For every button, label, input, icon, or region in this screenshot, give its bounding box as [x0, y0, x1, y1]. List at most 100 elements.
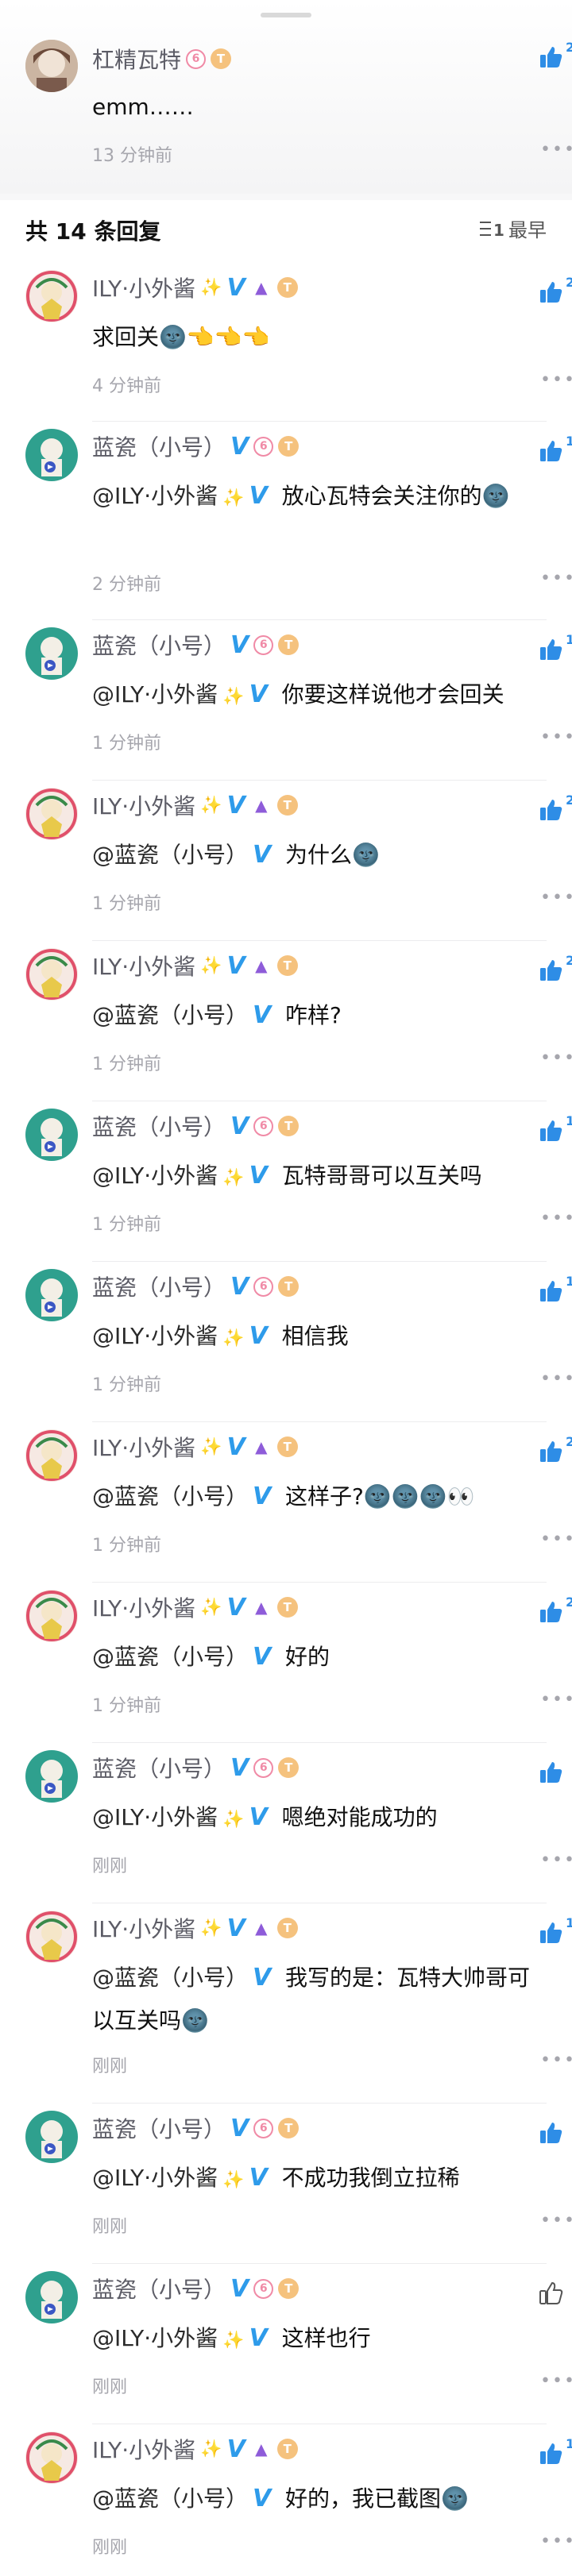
- like-count: 2: [566, 792, 572, 808]
- mention-link[interactable]: @ILY·小外酱: [92, 681, 218, 708]
- sparkle-icon: ✨: [222, 1328, 245, 1348]
- avatar[interactable]: [25, 627, 78, 680]
- avatar[interactable]: [25, 1590, 78, 1642]
- username[interactable]: ILY·小外酱: [92, 2433, 195, 2465]
- verified-icon: V: [230, 432, 249, 461]
- avatar-image: [25, 788, 78, 840]
- mention-link[interactable]: @ILY·小外酱: [92, 1323, 218, 1349]
- mention-link[interactable]: @ILY·小外酱: [92, 2165, 218, 2191]
- username[interactable]: 蓝瓷（小号）: [92, 1271, 226, 1302]
- drag-handle[interactable]: [261, 13, 311, 17]
- comment-text: @蓝瓷（小号） V 为什么🌚: [92, 834, 537, 877]
- username[interactable]: 蓝瓷（小号）: [92, 2112, 226, 2144]
- more-icon[interactable]: •••: [540, 2050, 572, 2070]
- avatar[interactable]: [25, 429, 78, 481]
- more-icon[interactable]: •••: [540, 2211, 572, 2231]
- username[interactable]: ILY·小外酱: [92, 1912, 195, 1944]
- username[interactable]: 蓝瓷（小号）: [92, 430, 226, 462]
- mention-link[interactable]: @ILY·小外酱: [92, 2325, 218, 2351]
- avatar[interactable]: [25, 2111, 78, 2163]
- mention-link[interactable]: @蓝瓷（小号）: [92, 1644, 248, 1670]
- like-button[interactable]: 2: [539, 792, 572, 829]
- username[interactable]: 蓝瓷（小号）: [92, 2273, 226, 2304]
- like-button[interactable]: 2: [539, 953, 572, 989]
- avatar[interactable]: [25, 1109, 78, 1161]
- mention-link[interactable]: @蓝瓷（小号）: [92, 2485, 248, 2512]
- verified-icon: V: [253, 1483, 272, 1510]
- avatar[interactable]: [25, 2271, 78, 2323]
- like-button[interactable]: [539, 2120, 572, 2152]
- timestamp: 刚刚: [92, 2377, 128, 2397]
- more-icon[interactable]: •••: [540, 140, 572, 160]
- more-icon[interactable]: •••: [540, 888, 572, 908]
- avatar-image: [25, 1590, 78, 1642]
- like-button[interactable]: 2: [539, 1595, 572, 1631]
- avatar[interactable]: [25, 1750, 78, 1803]
- like-button[interactable]: 1: [539, 632, 572, 669]
- like-button[interactable]: 2: [539, 275, 572, 311]
- like-button[interactable]: 1: [539, 1915, 572, 1952]
- avatar[interactable]: [25, 2431, 78, 2484]
- more-icon[interactable]: •••: [540, 1529, 572, 1549]
- more-icon[interactable]: •••: [540, 1690, 572, 1710]
- like-button[interactable]: 1: [539, 434, 572, 470]
- username[interactable]: ILY·小外酱: [92, 1591, 195, 1623]
- more-icon[interactable]: •••: [540, 727, 572, 747]
- username[interactable]: ILY·小外酱: [92, 950, 195, 981]
- like-button[interactable]: 1: [539, 2436, 572, 2473]
- like-button[interactable]: 1: [539, 1113, 572, 1150]
- like-button[interactable]: 2: [539, 1434, 572, 1471]
- username[interactable]: 杠精瓦特: [92, 43, 181, 75]
- mention-link[interactable]: @ILY·小外酱: [92, 1163, 218, 1189]
- comment-text: emm……: [92, 94, 194, 120]
- username[interactable]: ILY·小外酱: [92, 1431, 195, 1463]
- username[interactable]: ILY·小外酱: [92, 789, 195, 821]
- more-icon[interactable]: •••: [540, 1209, 572, 1228]
- fan-badge-icon: T: [276, 1918, 298, 1938]
- sort-toggle[interactable]: 1 最早: [480, 214, 547, 242]
- more-icon[interactable]: •••: [540, 1850, 572, 1870]
- avatar[interactable]: [25, 1269, 78, 1321]
- more-icon[interactable]: •••: [540, 1369, 572, 1389]
- fan-badge-icon: T: [276, 795, 298, 816]
- username[interactable]: 蓝瓷（小号）: [92, 1110, 226, 1142]
- more-icon[interactable]: •••: [540, 569, 572, 588]
- mention-link[interactable]: @蓝瓷（小号）: [92, 842, 248, 868]
- mention-link[interactable]: @蓝瓷（小号）: [92, 1002, 248, 1028]
- username[interactable]: ILY·小外酱: [92, 272, 195, 303]
- divider: [92, 421, 547, 422]
- comment-text: @蓝瓷（小号） V 我写的是：瓦特大帅哥可以互关吗🌚: [92, 1957, 537, 2042]
- like-count: 1: [566, 632, 572, 647]
- more-icon[interactable]: •••: [540, 370, 572, 390]
- mention-link[interactable]: @ILY·小外酱: [92, 1804, 218, 1830]
- timestamp: 1 分钟前: [92, 1215, 161, 1235]
- level-badge-icon: ▲: [249, 277, 272, 298]
- comment-text: @ILY·小外酱 ✨ V 嗯绝对能成功的: [92, 1796, 537, 1841]
- divider: [92, 1261, 547, 1262]
- avatar[interactable]: [25, 1911, 78, 1963]
- like-button[interactable]: 2: [539, 40, 572, 76]
- mention-link[interactable]: @ILY·小外酱: [92, 483, 218, 509]
- avatar[interactable]: [25, 40, 78, 92]
- avatar[interactable]: [25, 948, 78, 1001]
- username[interactable]: 蓝瓷（小号）: [92, 629, 226, 661]
- sparkle-icon: ✨: [222, 488, 245, 508]
- mention-link[interactable]: @蓝瓷（小号）: [92, 1965, 248, 1991]
- mention-link[interactable]: @蓝瓷（小号）: [92, 1483, 248, 1510]
- name-row: 蓝瓷（小号） V 6 T: [92, 629, 300, 661]
- verified-icon: V: [226, 1914, 245, 1942]
- avatar[interactable]: [25, 270, 78, 322]
- avatar[interactable]: [25, 1429, 78, 1482]
- level-badge-icon: ▲: [249, 955, 272, 976]
- like-button[interactable]: 1: [539, 1274, 572, 1310]
- like-button[interactable]: [539, 1760, 572, 1791]
- level-badge-icon: 6: [253, 1757, 274, 1778]
- more-icon[interactable]: •••: [540, 1048, 572, 1068]
- like-button[interactable]: [539, 2281, 572, 2312]
- username[interactable]: 蓝瓷（小号）: [92, 1752, 226, 1784]
- avatar-image: [25, 1750, 78, 1803]
- more-icon[interactable]: •••: [540, 2371, 572, 2391]
- more-icon[interactable]: •••: [540, 2532, 572, 2551]
- avatar[interactable]: [25, 788, 78, 840]
